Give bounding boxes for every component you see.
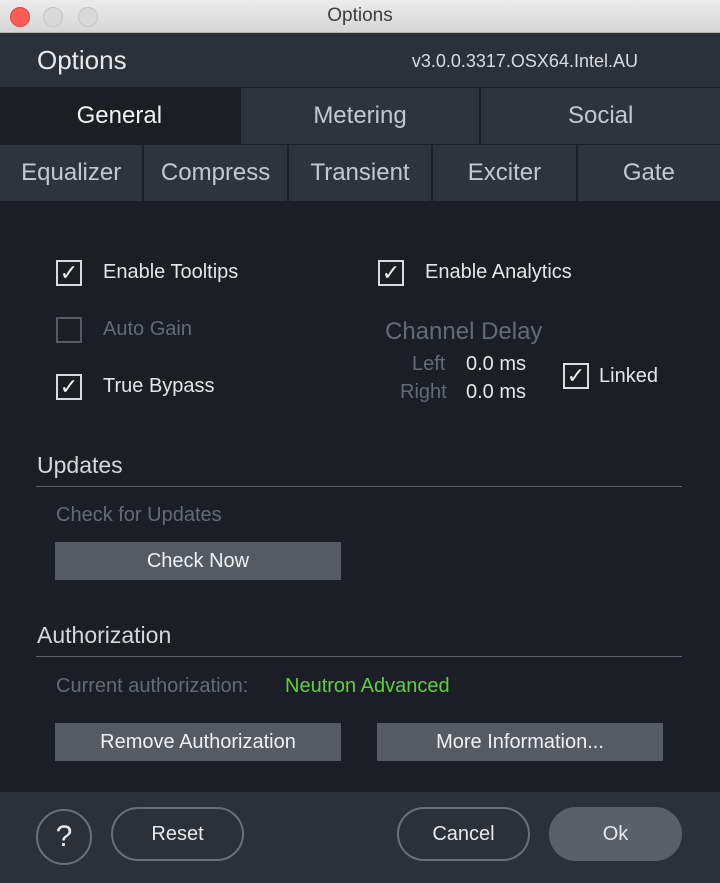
authorization-divider: [36, 656, 682, 657]
channel-delay-left-value[interactable]: 0.0 ms: [466, 353, 526, 376]
window-title-bar: Options: [0, 0, 720, 33]
tab-social[interactable]: Social: [481, 88, 720, 144]
tab-exciter[interactable]: Exciter: [433, 145, 578, 201]
enable-tooltips-label: Enable Tooltips: [103, 261, 239, 283]
enable-tooltips-checkbox[interactable]: ✓: [56, 260, 82, 286]
tab-transient[interactable]: Transient: [288, 145, 434, 201]
check-for-updates-label: Check for Updates: [56, 504, 222, 526]
tab-general[interactable]: General: [0, 88, 241, 144]
checkmark-icon: ✓: [59, 260, 79, 285]
channel-delay-right-label: Right: [400, 381, 447, 403]
channel-delay-right-value[interactable]: 0.0 ms: [466, 381, 526, 404]
current-authorization-label: Current authorization:: [56, 675, 249, 697]
checkmark-icon: ✓: [566, 363, 586, 388]
ok-button[interactable]: Ok: [549, 807, 682, 861]
version-label: v3.0.0.3317.OSX64.Intel.AU: [411, 51, 638, 71]
checkmark-icon: ✓: [381, 260, 401, 285]
enable-analytics-label: Enable Analytics: [425, 261, 572, 283]
dialog-footer: ? Reset Cancel Ok: [0, 792, 720, 883]
checkmark-icon: ✓: [59, 374, 79, 399]
help-button[interactable]: ?: [36, 809, 92, 865]
tab-metering[interactable]: Metering: [240, 88, 482, 144]
linked-checkbox[interactable]: ✓: [563, 363, 589, 389]
options-header: Options v3.0.0.3317.OSX64.Intel.AU: [0, 33, 720, 87]
cancel-button[interactable]: Cancel: [397, 807, 530, 861]
primary-tabs: General Metering Social: [0, 88, 720, 144]
window-title: Options: [327, 5, 393, 26]
channel-delay-title: Channel Delay: [385, 318, 543, 345]
current-authorization-value: Neutron Advanced: [285, 675, 450, 697]
reset-button[interactable]: Reset: [111, 807, 244, 861]
page-title: Options: [37, 45, 127, 75]
authorization-heading: Authorization: [37, 622, 172, 648]
general-content: ✓ Enable Tooltips ✓ Enable Analytics Aut…: [0, 202, 720, 792]
true-bypass-checkbox[interactable]: ✓: [56, 374, 82, 400]
linked-label: Linked: [599, 365, 658, 387]
question-mark-icon: ?: [55, 820, 73, 853]
auto-gain-label: Auto Gain: [103, 318, 192, 340]
check-now-button[interactable]: Check Now: [55, 542, 341, 580]
updates-divider: [36, 486, 682, 487]
tab-gate[interactable]: Gate: [577, 145, 720, 201]
remove-authorization-button[interactable]: Remove Authorization: [55, 723, 341, 761]
true-bypass-label: True Bypass: [103, 375, 215, 397]
module-tabs: Equalizer Compress Transient Exciter Gat…: [0, 145, 720, 201]
more-information-button[interactable]: More Information...: [377, 723, 663, 761]
channel-delay-left-label: Left: [412, 353, 446, 375]
auto-gain-checkbox[interactable]: [56, 317, 82, 343]
tab-equalizer[interactable]: Equalizer: [0, 145, 145, 201]
updates-heading: Updates: [37, 452, 123, 478]
tab-compress[interactable]: Compress: [144, 145, 289, 201]
enable-analytics-checkbox[interactable]: ✓: [378, 260, 404, 286]
